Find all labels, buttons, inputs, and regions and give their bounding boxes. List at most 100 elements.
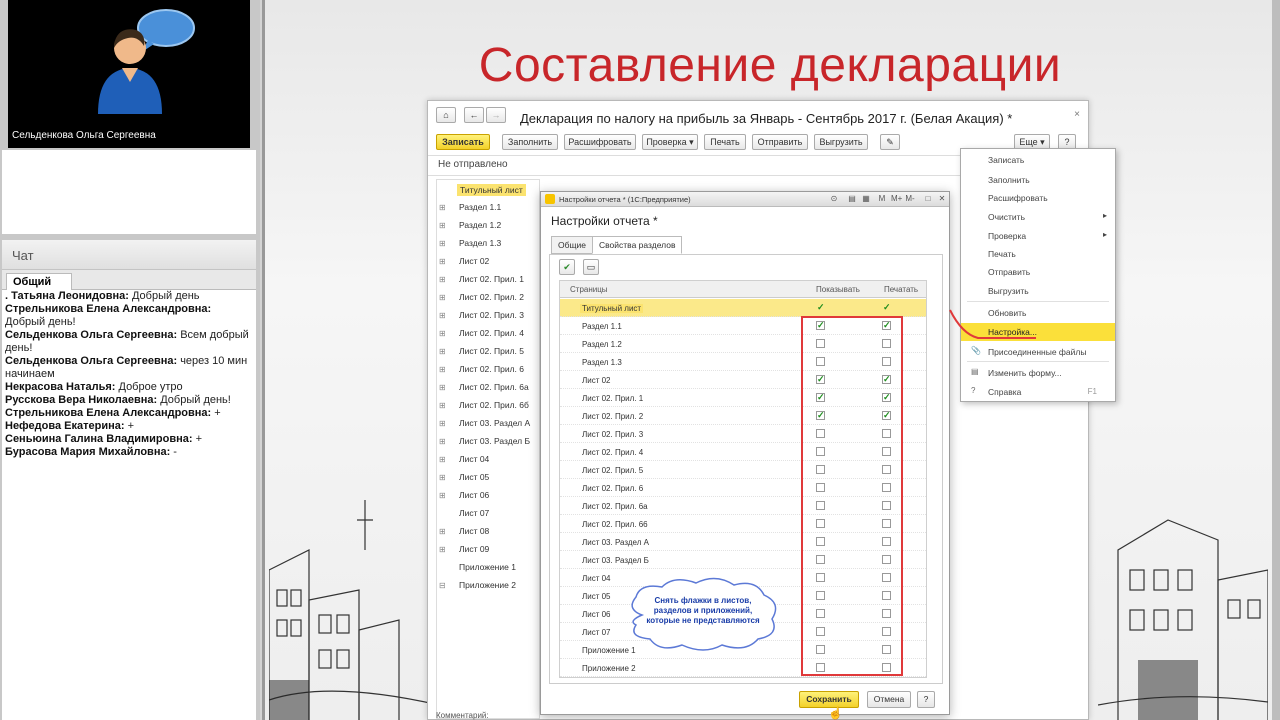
tab-section-properties[interactable]: Свойства разделов	[592, 236, 683, 254]
tree-item[interactable]: Лист 03. Раздел А	[459, 418, 530, 428]
tree-expand-icon[interactable]: ⊞	[439, 401, 446, 410]
menu-item[interactable]: Очистить ▸	[961, 208, 1115, 226]
tree-expand-icon[interactable]: ⊞	[439, 473, 446, 482]
webinar-left-panel: Сельденкова Ольга Сергеевна Чат Общий . …	[0, 0, 260, 720]
memory-m-icon[interactable]: M	[877, 194, 887, 204]
show-checkbox[interactable]: ✓	[816, 303, 825, 312]
tree-item[interactable]: Лист 02. Прил. 6б	[459, 400, 529, 410]
check-all-button[interactable]: ✔	[559, 259, 575, 275]
window-copy-icon[interactable]: ▤	[847, 194, 857, 204]
tree-expand-icon[interactable]: ⊞	[439, 203, 446, 212]
tree-expand-icon[interactable]: ⊞	[439, 275, 446, 284]
tree-item[interactable]: Лист 02. Прил. 2	[459, 292, 524, 302]
back-button[interactable]: ←	[464, 107, 484, 123]
tree-item[interactable]: Лист 04	[459, 454, 489, 464]
row-name: Лист 03. Раздел А	[582, 538, 649, 547]
memory-minus-icon[interactable]: M-	[905, 194, 915, 204]
tree-item[interactable]: Лист 09	[459, 544, 489, 554]
window-close-icon[interactable]: ✕	[937, 194, 947, 204]
tree-expand-icon[interactable]: ⊞	[439, 365, 446, 374]
right-scrollbar[interactable]	[1272, 0, 1280, 720]
tree-expand-icon[interactable]: ⊞	[439, 311, 446, 320]
forward-button[interactable]: →	[486, 107, 506, 123]
tree-item[interactable]: Лист 02. Прил. 6	[459, 364, 524, 374]
tree-expand-icon[interactable]: ⊞	[439, 257, 446, 266]
print-button[interactable]: Печать	[704, 134, 746, 150]
chat-author: Некрасова Наталья:	[5, 381, 116, 393]
close-icon[interactable]: ×	[1074, 109, 1080, 120]
tree-expand-icon[interactable]: ⊞	[439, 347, 446, 356]
sections-tree: Титульный лист ⊞ Раздел 1.1 ⊞ Раздел 1.2 ⊞ Раз…	[436, 179, 540, 719]
window-link-icon[interactable]: ⊙	[829, 194, 839, 204]
menu-item[interactable]: Расшифровать	[961, 189, 1115, 207]
chat-header: Чат	[2, 240, 256, 270]
tree-expand-icon[interactable]: ⊞	[439, 455, 446, 464]
tree-item[interactable]: Приложение 1	[459, 562, 516, 572]
tree-item[interactable]: Лист 02. Прил. 5	[459, 346, 524, 356]
menu-item-label: Записать	[988, 155, 1025, 165]
tree-expand-icon[interactable]: ⊞	[439, 383, 446, 392]
cancel-button[interactable]: Отмена	[867, 691, 911, 708]
home-button[interactable]: ⌂	[436, 107, 456, 123]
app-logo-icon	[545, 194, 555, 204]
tree-item[interactable]: Раздел 1.1	[459, 202, 501, 212]
menu-item[interactable]: Заполнить	[961, 171, 1115, 189]
tree-item[interactable]: Лист 07	[459, 508, 489, 518]
uncheck-all-button[interactable]: ▭	[583, 259, 599, 275]
send-button[interactable]: Отправить	[752, 134, 808, 150]
tree-item[interactable]: Лист 05	[459, 472, 489, 482]
menu-item[interactable]: Отправить	[961, 263, 1115, 281]
dialog-title: Настройки отчета *	[551, 214, 658, 228]
tree-expand-icon[interactable]: ⊟	[439, 581, 446, 590]
write-button[interactable]: Записать	[436, 134, 490, 150]
tree-item[interactable]: Лист 08	[459, 526, 489, 536]
tree-expand-icon[interactable]: ⊞	[439, 491, 446, 500]
memory-plus-icon[interactable]: M+	[891, 194, 902, 204]
dialog-help-button[interactable]: ?	[917, 691, 935, 708]
decode-button[interactable]: Расшифровать	[564, 134, 636, 150]
window-calc-icon[interactable]: ▦	[861, 194, 871, 204]
tree-item[interactable]: Лист 03. Раздел Б	[459, 436, 530, 446]
tree-expand-icon[interactable]: ⊞	[439, 329, 446, 338]
menu-item[interactable]: Записать	[961, 151, 1115, 169]
menu-item[interactable]: 📎 Присоединенные файлы	[961, 343, 1115, 361]
tree-expand-icon[interactable]: ⊞	[439, 221, 446, 230]
fill-button[interactable]: Заполнить	[502, 134, 558, 150]
chat-messages: . Татьяна Леонидовна: Добрый день Стрельн…	[2, 290, 256, 459]
row-name: Лист 05	[582, 592, 611, 601]
tree-item[interactable]: Лист 06	[459, 490, 489, 500]
upload-button[interactable]: Выгрузить	[814, 134, 868, 150]
menu-item[interactable]: Печать	[961, 245, 1115, 263]
tab-general[interactable]: Общие	[551, 236, 593, 254]
tree-item[interactable]: Лист 02. Прил. 4	[459, 328, 524, 338]
chat-tab-general[interactable]: Общий	[6, 273, 72, 290]
chat-author: Русскова Вера Николаевна:	[5, 394, 158, 406]
menu-item[interactable]: ▤ Изменить форму...	[961, 364, 1115, 382]
tree-item[interactable]: Раздел 1.3	[459, 238, 501, 248]
tree-expand-icon[interactable]: ⊞	[439, 293, 446, 302]
tree-expand-icon[interactable]: ⊞	[439, 545, 446, 554]
tree-item[interactable]: Раздел 1.2	[459, 220, 501, 230]
tree-item[interactable]: Титульный лист	[457, 184, 526, 196]
menu-item[interactable]: Проверка ▸	[961, 227, 1115, 245]
window-restore-icon[interactable]: □	[923, 194, 933, 204]
tree-expand-icon[interactable]: ⊞	[439, 239, 446, 248]
tree-item[interactable]: Лист 02. Прил. 3	[459, 310, 524, 320]
dialog-window-title: Настройки отчета * (1С:Предприятие)	[559, 195, 691, 204]
row-name: Лист 02. Прил. 66	[582, 520, 648, 529]
print-checkbox[interactable]: ✓	[882, 303, 891, 312]
tree-item[interactable]: Лист 02. Прил. 1	[459, 274, 524, 284]
chat-message: Бурасова Мария Михайловна: -	[5, 446, 253, 459]
table-row[interactable]: Титульный лист ✓ ✓	[560, 299, 926, 317]
tree-item[interactable]: Лист 02. Прил. 6а	[459, 382, 529, 392]
tree-expand-icon[interactable]: ⊞	[439, 527, 446, 536]
menu-item-label: Заполнить	[988, 175, 1030, 185]
menu-item[interactable]: ? Справка F1	[961, 383, 1115, 401]
tree-item[interactable]: Лист 02	[459, 256, 489, 266]
tree-expand-icon[interactable]: ⊞	[439, 437, 446, 446]
tree-expand-icon[interactable]: ⊞	[439, 419, 446, 428]
tree-item[interactable]: Приложение 2	[459, 580, 516, 590]
menu-item[interactable]: Выгрузить	[961, 282, 1115, 300]
attach-button[interactable]: ✎	[880, 134, 900, 150]
check-button[interactable]: Проверка ▾	[642, 134, 698, 150]
